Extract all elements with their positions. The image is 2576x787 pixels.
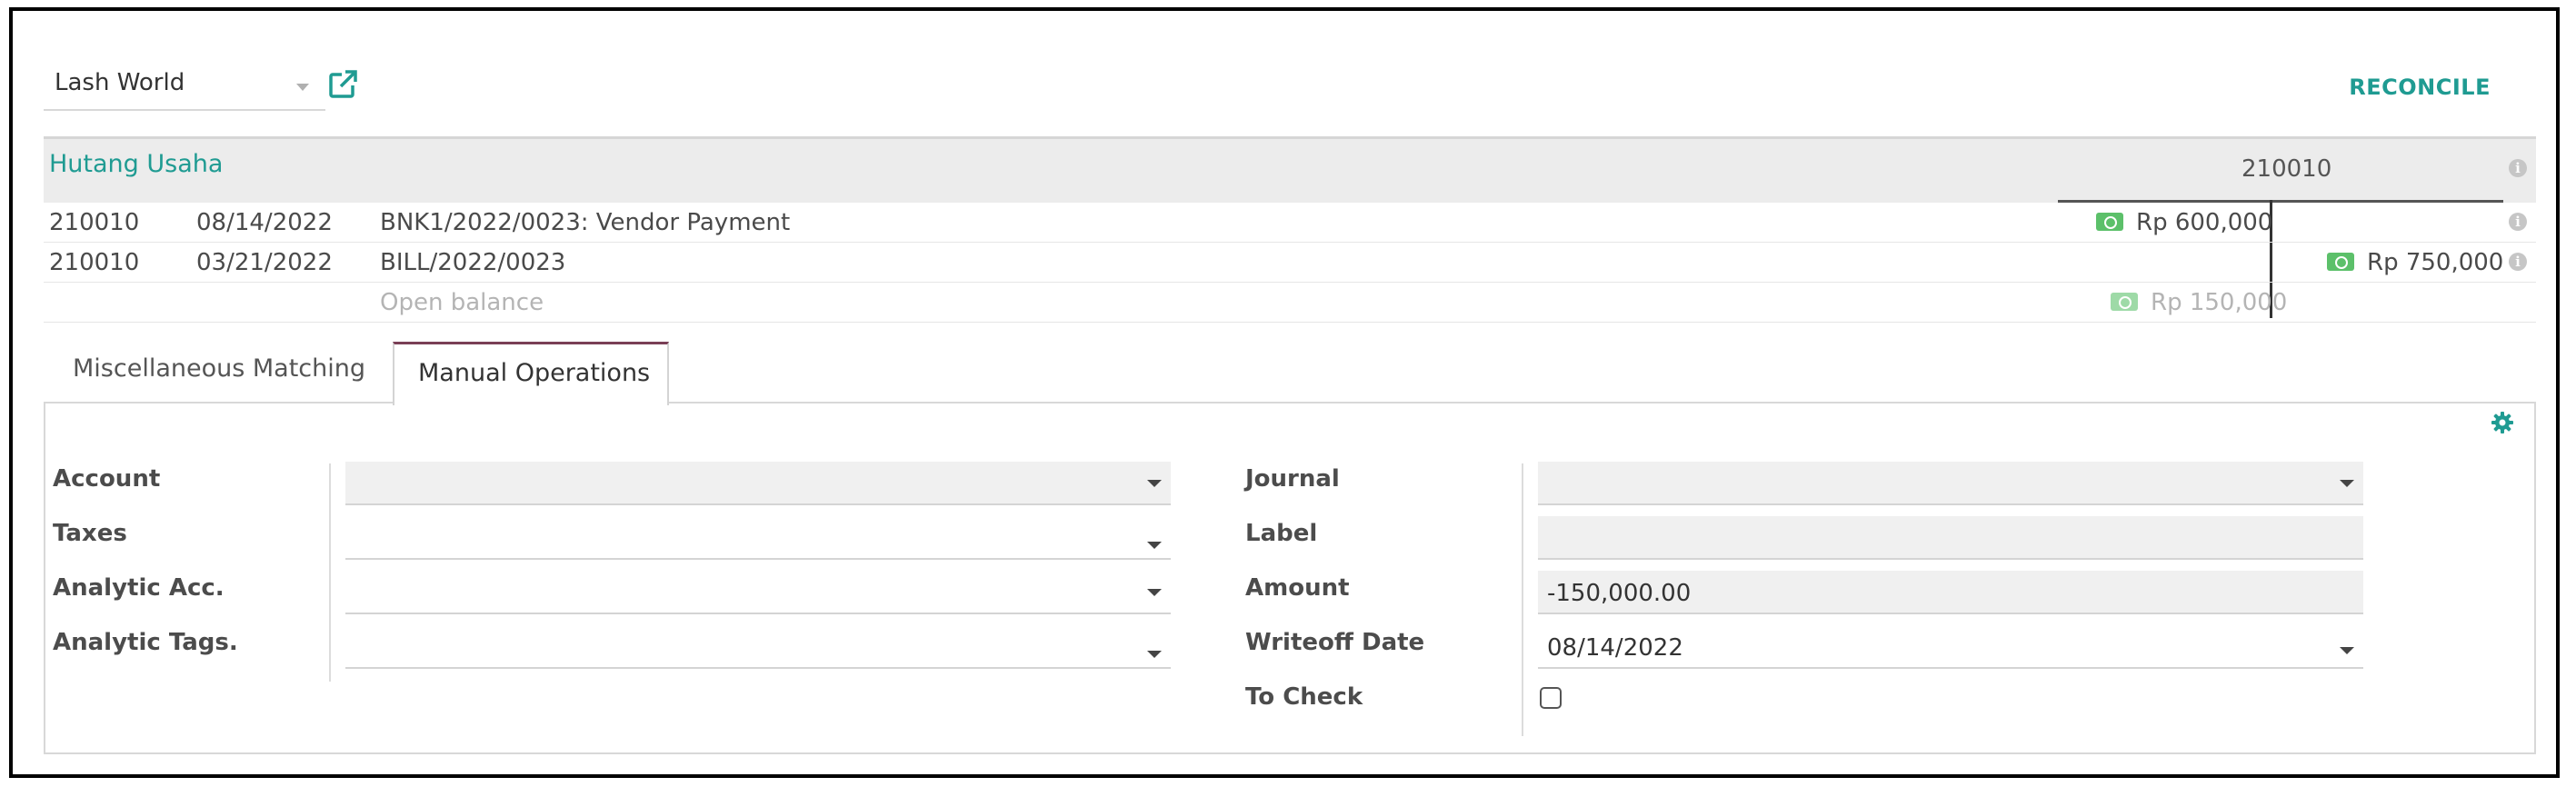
partner-name: Lash World (55, 69, 185, 96)
line-account: 210010 (49, 249, 140, 276)
reconciliation-widget: Lash World RECONCILE Hutang Usaha 210010… (9, 7, 2560, 778)
taxes-select[interactable] (345, 516, 1171, 560)
chevron-down-icon (1147, 589, 1162, 596)
amount-value: -150,000.00 (1547, 580, 1692, 607)
account-title[interactable]: Hutang Usaha (49, 150, 223, 178)
amount-input[interactable]: -150,000.00 (1538, 571, 2363, 614)
writeoff-date-value: 08/14/2022 (1547, 634, 1683, 662)
to-check-label: To Check (1245, 683, 1363, 711)
line-date: 08/14/2022 (196, 209, 333, 236)
analytic-account-select[interactable] (345, 571, 1171, 614)
money-icon (2096, 213, 2123, 231)
analytic-tags-label: Analytic Tags. (53, 629, 238, 656)
line-credit: Rp 750,000 (2367, 249, 2504, 276)
line-date: 03/21/2022 (196, 249, 333, 276)
line-label: BILL/2022/0023 (380, 249, 566, 276)
table-row[interactable]: 210010 03/21/2022 BILL/2022/0023 Rp 750,… (44, 242, 2536, 283)
journal-label: Journal (1245, 465, 1340, 493)
analytic-account-label: Analytic Acc. (53, 574, 225, 602)
external-link-icon[interactable] (327, 69, 358, 100)
chevron-down-icon (2340, 647, 2354, 654)
tab-manual-operations[interactable]: Manual Operations (393, 342, 669, 405)
form-separator (1522, 463, 1523, 736)
taxes-label: Taxes (53, 520, 127, 547)
reconcile-button[interactable]: RECONCILE (2349, 75, 2491, 100)
partner-select[interactable]: Lash World (44, 62, 325, 111)
chevron-down-icon (2340, 480, 2354, 487)
info-icon[interactable]: i (2509, 213, 2527, 231)
account-code: 210010 (2242, 155, 2332, 183)
chevron-down-icon (296, 84, 309, 91)
line-debit: Rp 600,000 (2136, 209, 2273, 236)
writeoff-date-label: Writeoff Date (1245, 629, 1425, 656)
chevron-down-icon (1147, 651, 1162, 658)
tab-miscellaneous-matching[interactable]: Miscellaneous Matching (44, 342, 384, 402)
chevron-down-icon (1147, 542, 1162, 549)
info-icon[interactable]: i (2509, 159, 2527, 177)
analytic-tags-select[interactable] (345, 625, 1171, 669)
open-balance-amount: Rp 150,000 (2151, 289, 2288, 316)
line-label: BNK1/2022/0023: Vendor Payment (380, 209, 791, 236)
account-header: Hutang Usaha 210010 i (44, 136, 2536, 203)
account-select[interactable] (345, 462, 1171, 505)
line-account: 210010 (49, 209, 140, 236)
writeoff-date-input[interactable]: 08/14/2022 (1538, 625, 2363, 669)
journal-select[interactable] (1538, 462, 2363, 505)
account-label: Account (53, 465, 161, 493)
info-icon[interactable]: i (2509, 253, 2527, 271)
amount-label: Amount (1245, 574, 1350, 602)
to-check-checkbox[interactable] (1540, 687, 1562, 709)
gear-icon[interactable] (2491, 411, 2514, 434)
open-balance-row: Open balance Rp 150,000 (44, 282, 2536, 323)
money-icon (2327, 253, 2354, 271)
money-icon (2111, 293, 2138, 311)
chevron-down-icon (1147, 480, 1162, 487)
open-balance-label: Open balance (380, 289, 544, 316)
label-input[interactable] (1538, 516, 2363, 560)
label-label: Label (1245, 520, 1318, 547)
table-row[interactable]: 210010 08/14/2022 BNK1/2022/0023: Vendor… (44, 202, 2536, 243)
form-separator (329, 463, 331, 682)
